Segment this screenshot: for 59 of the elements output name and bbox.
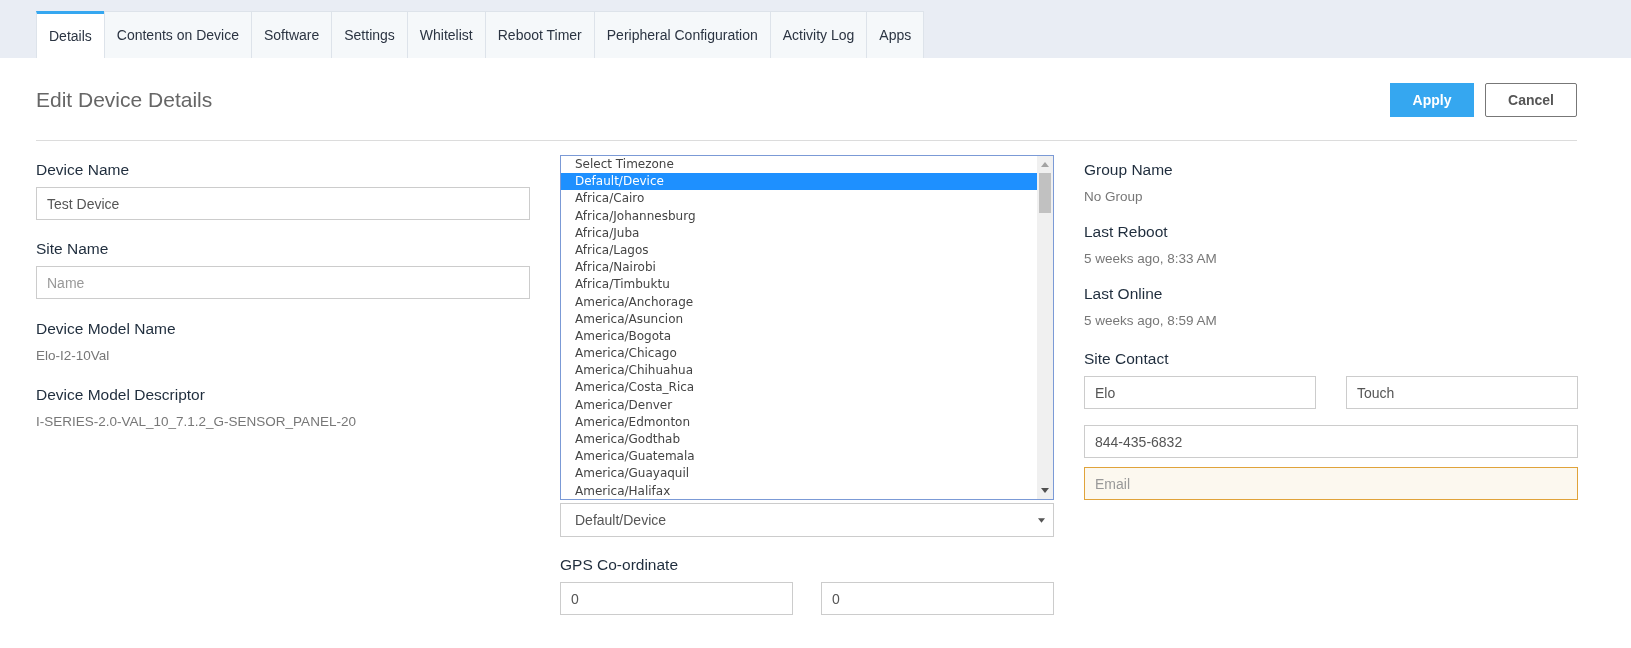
tab[interactable]: Contents on Device [103, 11, 252, 58]
tab[interactable]: Whitelist [406, 11, 486, 58]
list-option[interactable]: America/Asuncion [561, 310, 1037, 328]
list-option[interactable]: America/Edmonton [561, 413, 1037, 431]
tab[interactable]: Software [251, 11, 333, 58]
scroll-up-icon[interactable] [1041, 162, 1049, 167]
input-field[interactable]: 0 [821, 582, 1054, 615]
tab[interactable]: Peripheral Configuration [593, 11, 771, 58]
field-label: GPS Co-ordinate [560, 555, 680, 575]
list-option[interactable]: America/Anchorage [561, 293, 1037, 311]
page-title: Edit Device Details [36, 88, 213, 112]
list-option[interactable]: Africa/Lagos [561, 241, 1037, 260]
list-option[interactable]: America/Halifax [561, 482, 1037, 499]
input-field[interactable]: Name [36, 266, 530, 299]
list-option[interactable]: America/Costa_Rica [561, 379, 1037, 397]
list-option[interactable]: America/Chihuahua [561, 362, 1037, 380]
field-value: No Group [1084, 188, 1144, 206]
timezone-listbox[interactable] [560, 155, 1054, 500]
field-value: 5 weeks ago, 8:59 AM [1084, 312, 1218, 330]
field-label: Device Name [36, 160, 131, 180]
scroll-down-icon[interactable] [1041, 488, 1049, 493]
caret-icon [1038, 517, 1045, 523]
list-option[interactable]: Africa/Juba [561, 224, 1037, 242]
field-label: Last Reboot [1084, 222, 1169, 242]
input-field[interactable]: Test Device [36, 187, 530, 220]
field-value: Elo-I2-10Val [36, 347, 111, 365]
tab[interactable]: Settings [331, 11, 408, 58]
field-label: Last Online [1084, 284, 1164, 304]
field-label: Site Contact [1084, 349, 1170, 369]
field-label: Site Name [36, 239, 110, 259]
list-option[interactable]: America/Guayaquil [561, 465, 1037, 483]
timezone-dropdown[interactable]: Default/Device [560, 503, 1054, 537]
list-option[interactable]: America/Guatemala [561, 448, 1037, 466]
cancel-button[interactable]: Cancel [1485, 83, 1577, 117]
field-value: I-SERIES-2.0-VAL_10_7.1.2_G-SENSOR_PANEL-20 [36, 413, 357, 431]
list-option[interactable]: America/Bogota [561, 327, 1037, 346]
field-label: Device Model Name [36, 319, 177, 339]
field-label: Group Name [1084, 160, 1174, 180]
field-value: 5 weeks ago, 8:33 AM [1084, 250, 1218, 268]
input-field[interactable]: 0 [560, 582, 793, 615]
list-option[interactable]: America/Godthab [561, 431, 1037, 449]
scrollbar-thumb[interactable] [1039, 173, 1051, 213]
list-option[interactable]: Africa/Cairo [561, 190, 1037, 208]
list-option[interactable]: America/Chicago [561, 345, 1037, 363]
list-option[interactable]: Africa/Nairobi [561, 259, 1037, 277]
input-field[interactable]: Email [1084, 467, 1578, 500]
field-label: Device Model Descriptor [36, 385, 206, 405]
list-option[interactable]: Africa/Johannesburg [561, 207, 1037, 225]
input-field[interactable]: Touch [1346, 376, 1578, 409]
tab[interactable]: Apps [866, 11, 925, 58]
tab[interactable]: Reboot Timer [484, 11, 595, 58]
list-option[interactable]: Africa/Timbuktu [561, 276, 1037, 294]
scrollbar[interactable] [1037, 156, 1053, 499]
input-field[interactable]: 844-435-6832 [1084, 425, 1578, 458]
list-option[interactable]: America/Denver [561, 396, 1037, 414]
input-field[interactable]: Elo [1084, 376, 1316, 409]
list-option[interactable]: Select Timezone [561, 156, 1037, 174]
tab[interactable]: Details [36, 11, 105, 58]
tab[interactable]: Activity Log [769, 11, 868, 58]
